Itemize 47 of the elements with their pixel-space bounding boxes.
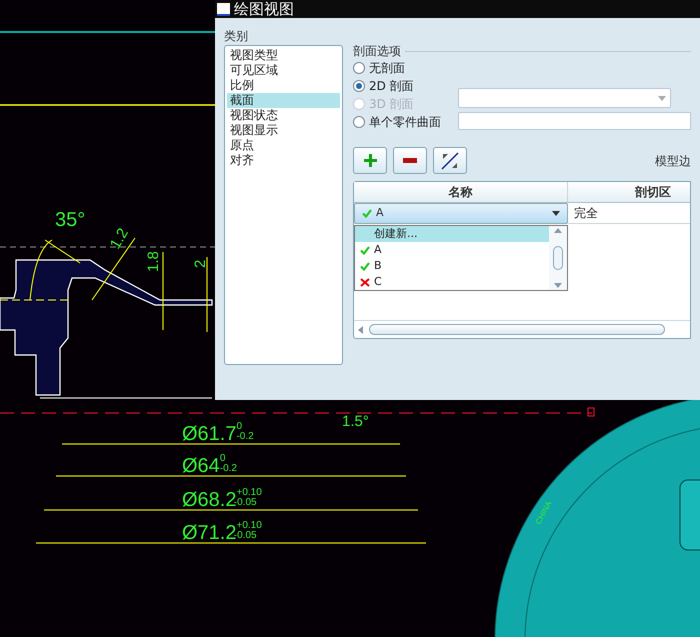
radio-option[interactable]: 无剖面 xyxy=(353,59,458,77)
name-dropdown[interactable]: A xyxy=(354,203,568,224)
category-label: 类别 xyxy=(224,28,249,44)
scroll-down-icon xyxy=(554,283,562,288)
dropdown-item[interactable]: 创建新... xyxy=(355,226,549,242)
dimension-text: 1.2 xyxy=(106,225,132,252)
window-title: 绘图视图 xyxy=(234,2,294,16)
table-cell: 完全 xyxy=(568,203,690,224)
category-item[interactable]: 视图显示 xyxy=(227,123,340,138)
radio-option[interactable]: 2D 剖面 xyxy=(353,77,458,95)
horizontal-scrollbar[interactable] xyxy=(354,320,690,338)
category-item[interactable]: 比例 xyxy=(227,78,340,93)
angle-dimension: 1.5° xyxy=(342,413,369,430)
column-header[interactable]: 名称 xyxy=(354,182,568,202)
radio-button[interactable] xyxy=(353,116,365,128)
caret-icon xyxy=(658,96,666,100)
category-item[interactable]: 原点 xyxy=(227,138,340,153)
radio-button[interactable] xyxy=(353,80,365,92)
dropdown-item[interactable]: B xyxy=(355,258,549,274)
dropdown-field[interactable] xyxy=(458,88,671,108)
group-label: 剖面选项 xyxy=(353,44,401,59)
category-item[interactable]: 对齐 xyxy=(227,153,340,168)
add-button[interactable] xyxy=(353,147,387,174)
flip-arrows-icon xyxy=(441,152,459,170)
plus-icon xyxy=(364,154,376,167)
remove-button[interactable] xyxy=(393,147,427,174)
category-item[interactable]: 视图状态 xyxy=(227,108,340,123)
flip-button[interactable] xyxy=(433,147,467,174)
category-item[interactable]: 视图类型 xyxy=(227,48,340,63)
dimension-text: 2 xyxy=(192,260,209,268)
dimension-text: 1.8 xyxy=(145,251,162,272)
radio-option[interactable]: 单个零件曲面 xyxy=(353,113,458,131)
input-field[interactable] xyxy=(458,112,691,130)
dropdown-item[interactable]: A xyxy=(355,242,549,258)
category-item[interactable]: 可见区域 xyxy=(227,63,340,78)
column-header[interactable]: 剖切区 xyxy=(568,182,690,202)
radio-button[interactable] xyxy=(353,62,365,74)
window-icon xyxy=(217,2,230,16)
caret-icon xyxy=(552,211,560,216)
vertical-scrollbar[interactable] xyxy=(549,226,567,290)
model-edge-label: 模型边 xyxy=(655,152,691,170)
scroll-up-icon xyxy=(554,228,562,233)
angle-dimension: 35° xyxy=(55,209,86,231)
scroll-left-icon xyxy=(358,326,363,334)
category-item[interactable]: 截面 xyxy=(227,93,340,108)
dropdown-item[interactable]: C xyxy=(355,274,549,290)
minus-icon xyxy=(403,158,417,163)
